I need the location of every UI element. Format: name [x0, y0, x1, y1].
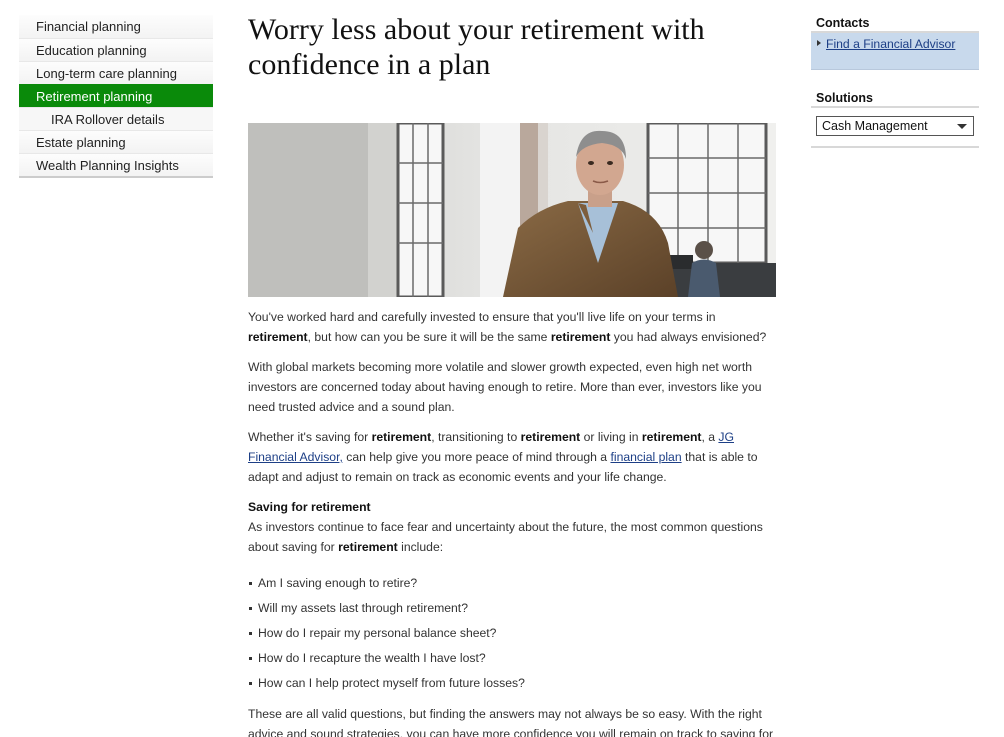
- nav-item-education-planning[interactable]: Education planning: [19, 38, 213, 61]
- contacts-box: Find a Financial Advisor: [811, 33, 979, 70]
- contacts-heading: Contacts: [811, 15, 979, 33]
- nav-item-ira-rollover-details[interactable]: IRA Rollover details: [19, 107, 213, 130]
- find-financial-advisor-link[interactable]: Find a Financial Advisor: [811, 33, 979, 53]
- chevron-down-icon: [957, 124, 967, 129]
- list-item: Will my assets last through retirement?: [248, 596, 776, 621]
- nav-item-wealth-planning-insights[interactable]: Wealth Planning Insights: [19, 153, 213, 176]
- intro-paragraph: You've worked hard and carefully investe…: [248, 310, 767, 344]
- find-financial-advisor-label: Find a Financial Advisor: [826, 37, 956, 51]
- solutions-select-wrap: Cash Management: [811, 108, 979, 148]
- list-item: How do I repair my personal balance shee…: [248, 621, 776, 646]
- list-item: Am I saving enough to retire?: [248, 571, 776, 596]
- solutions-dropdown-value: Cash Management: [822, 119, 928, 133]
- solutions-heading: Solutions: [811, 90, 979, 108]
- advisor-paragraph: Whether it's saving for retirement, tran…: [248, 430, 758, 484]
- main-content: Worry less about your retirement with co…: [248, 12, 776, 737]
- saving-heading: Saving for retirement: [248, 500, 371, 514]
- list-item: How do I recapture the wealth I have los…: [248, 646, 776, 671]
- closing-paragraph: These are all valid questions, but findi…: [248, 707, 774, 737]
- markets-paragraph: With global markets becoming more volati…: [248, 360, 762, 414]
- right-sidebar: Contacts Find a Financial Advisor Soluti…: [811, 15, 979, 148]
- nav-item-long-term-care-planning[interactable]: Long-term care planning: [19, 61, 213, 84]
- solutions-section: Solutions Cash Management: [811, 90, 979, 148]
- nav-item-financial-planning[interactable]: Financial planning: [19, 15, 213, 38]
- solutions-dropdown[interactable]: Cash Management: [816, 116, 974, 136]
- financial-plan-link[interactable]: financial plan: [610, 450, 681, 464]
- hero-photo-illustration: [248, 123, 776, 297]
- list-item: How can I help protect myself from futur…: [248, 671, 776, 696]
- nav-item-estate-planning[interactable]: Estate planning: [19, 130, 213, 153]
- saving-paragraph: As investors continue to face fear and u…: [248, 520, 763, 554]
- nav-item-retirement-planning[interactable]: Retirement planning: [19, 84, 213, 107]
- hero-image: [248, 123, 776, 297]
- questions-list: Am I saving enough to retire? Will my as…: [248, 571, 776, 696]
- left-navigation: Financial planning Education planning Lo…: [19, 15, 213, 178]
- arrow-right-icon: [817, 40, 821, 46]
- page-title: Worry less about your retirement with co…: [248, 13, 705, 81]
